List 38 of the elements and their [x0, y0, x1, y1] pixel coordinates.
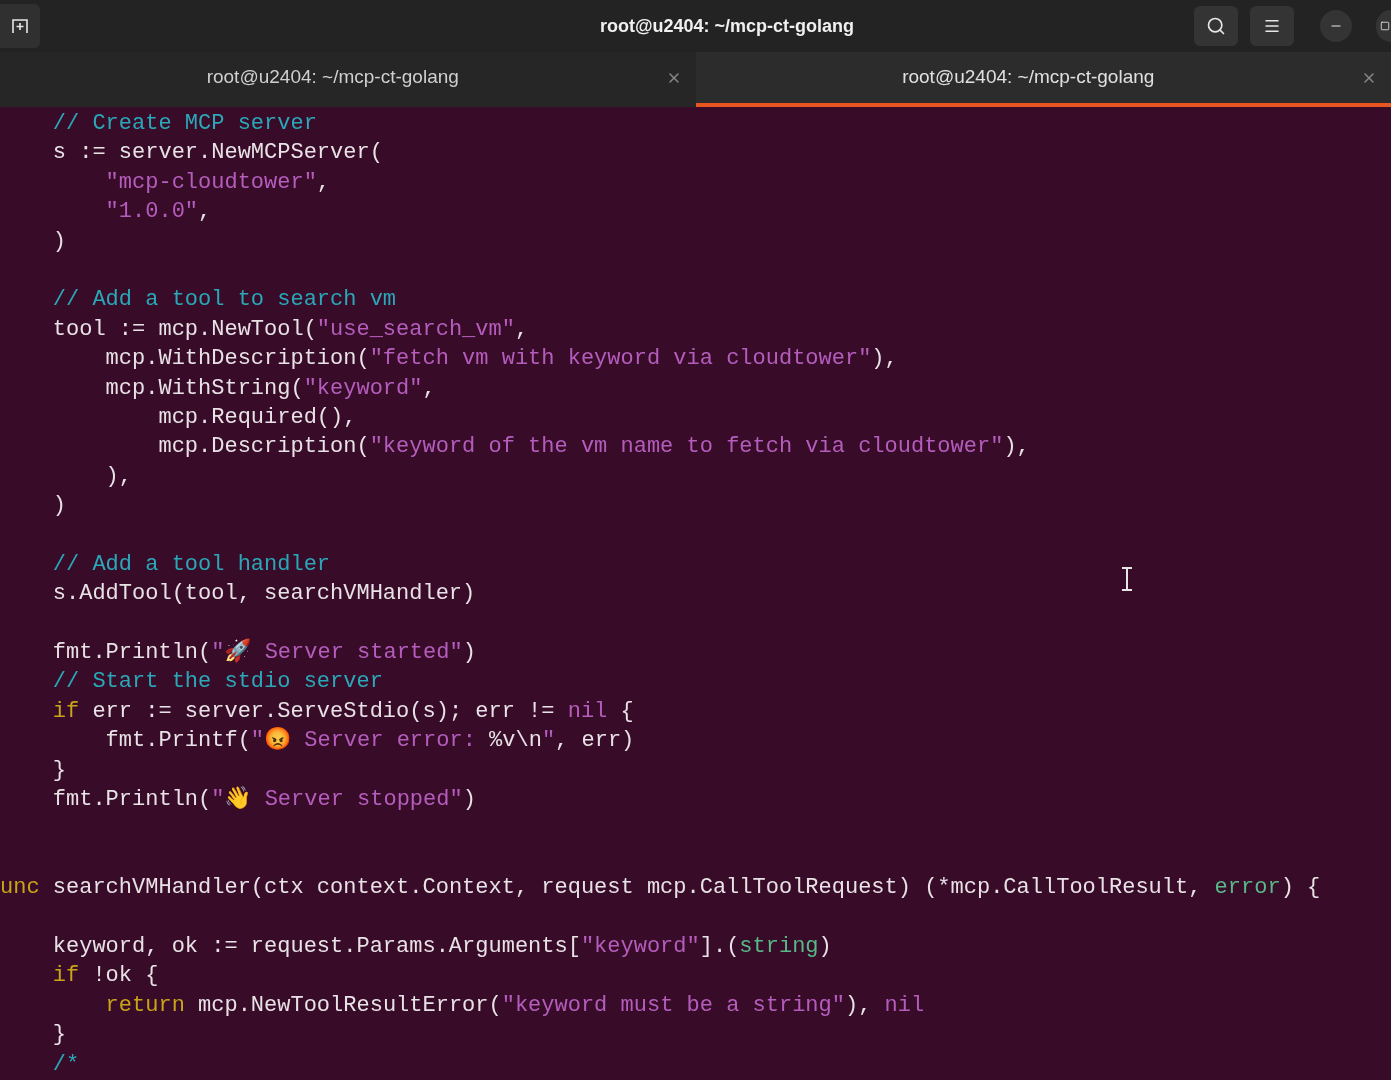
- code-line: s.AddTool(tool, searchVMHandler): [51, 580, 476, 609]
- code-line: fmt.Println("🚀 Server started"): [51, 638, 476, 668]
- code-line: "1.0.0",: [104, 198, 212, 227]
- code-line: ),: [104, 462, 133, 491]
- terminal-tab[interactable]: root@u2404: ~/mcp-ct-golang: [695, 52, 1391, 107]
- code-line: }: [51, 756, 66, 785]
- code-line: return mcp.NewToolResultError("keyword must be a string"), nil: [104, 991, 925, 1020]
- code-line: }: [51, 1021, 66, 1050]
- code-line: s := server.NewMCPServer(: [51, 139, 383, 168]
- code-line: // Create MCP server: [51, 110, 317, 138]
- code-line: fmt.Printf("😡 Server error: %v\n", err): [104, 726, 635, 756]
- code-line: mcp.Description("keyword of the vm name to fetch via cloudtower"),: [157, 433, 1030, 462]
- search-button[interactable]: [1194, 6, 1238, 46]
- code-line: /*: [51, 1050, 80, 1079]
- window-title: root@u2404: ~/mcp-ct-golang: [599, 14, 855, 38]
- code-line: ): [51, 227, 66, 256]
- menu-button[interactable]: [1250, 6, 1294, 46]
- new-tab-icon: [11, 18, 29, 34]
- maximize-button[interactable]: [1376, 10, 1391, 42]
- new-tab-button[interactable]: [0, 4, 40, 48]
- code-line: unc searchVMHandler(ctx context.Context, request mcp.CallToolRequest) (*mcp.CallToolResult, error) {: [0, 874, 1321, 903]
- maximize-icon: [1380, 21, 1390, 31]
- code-line: // Start the stdio server: [51, 668, 383, 697]
- code-line: if err := server.ServeStdio(s); err != nil {: [51, 697, 634, 726]
- menu-icon: [1263, 17, 1281, 35]
- code-line: // Add a tool to search vm: [51, 286, 397, 315]
- code-line: // Add a tool handler: [51, 550, 331, 579]
- code-line: fmt.Println("👋 Server stopped"): [51, 785, 476, 814]
- code-line: mcp.WithDescription("fetch vm with keyword via cloudtower"),: [104, 345, 898, 374]
- code-line: tool := mcp.NewTool("use_search_vm",: [51, 315, 529, 344]
- code-line: keyword, ok := request.Params.Arguments["keyword"].(string): [51, 932, 832, 961]
- code-line: mcp.WithString("keyword",: [104, 374, 436, 403]
- search-icon: [1206, 16, 1226, 36]
- code-line: mcp.Required(),: [157, 403, 357, 432]
- code-line: if !ok {: [51, 962, 159, 991]
- code-line: ): [51, 492, 66, 521]
- text-cursor-icon: [1120, 567, 1134, 591]
- code-line: "mcp-cloudtower",: [104, 168, 331, 197]
